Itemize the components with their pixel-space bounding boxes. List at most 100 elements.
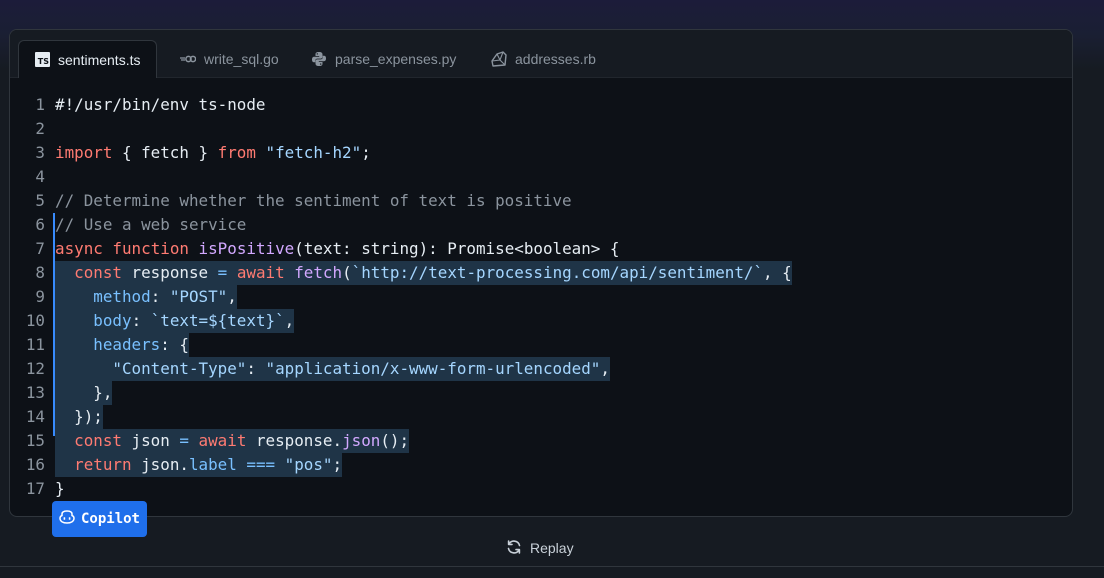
code-token: }: [55, 479, 65, 498]
code-token: from: [217, 143, 256, 162]
code-token: =: [217, 263, 228, 282]
code-line: 9 method: "POST",: [10, 285, 1072, 309]
typescript-icon: TS: [35, 52, 50, 67]
line-source: body: `text=${text}`,: [55, 309, 295, 333]
line-source: method: "POST",: [55, 285, 237, 309]
code-line: 6 // Use a web service: [10, 213, 1072, 237]
code-area[interactable]: 1 #!/usr/bin/env ts-node 2 3 import { fetch …: [10, 93, 1072, 501]
line-number: 5: [35, 191, 45, 210]
code-token: ,: [227, 287, 237, 306]
line-source: import { fetch } from "fetch-h2";: [55, 141, 371, 165]
tab-addresses-rb[interactable]: addresses.rb: [491, 40, 596, 77]
code-token: },: [55, 383, 113, 402]
line-number: 8: [35, 263, 45, 282]
code-line: 13 },: [10, 381, 1072, 405]
code-token: "POST": [169, 287, 228, 306]
code-line: 5 // Determine whether the sentiment of t…: [10, 189, 1072, 213]
code-line: 14 });: [10, 405, 1072, 429]
code-token: async: [55, 239, 103, 258]
line-source: // Determine whether the sentiment of te…: [55, 189, 572, 213]
code-token: json: [121, 431, 180, 450]
tab-label: addresses.rb: [515, 50, 596, 67]
code-line: 4: [10, 165, 1072, 189]
line-source: const json = await response.json();: [55, 429, 410, 453]
code-line: 15 const json = await response.json();: [10, 429, 1072, 453]
tab-parse-expenses-py[interactable]: parse_expenses.py: [311, 40, 456, 77]
go-icon: [180, 54, 196, 64]
code-line: 7 async function isPositive(text: string)…: [10, 237, 1072, 261]
code-line: 16 return json.label === "pos";: [10, 453, 1072, 477]
line-number: 6: [35, 215, 45, 234]
code-token: await: [236, 263, 285, 282]
code-token: json: [342, 431, 381, 450]
code-token: ;: [332, 455, 343, 474]
code-token: ===: [246, 455, 276, 474]
code-token: response: [121, 263, 218, 282]
code-token: { fetch }: [112, 143, 218, 162]
code-token: "Content-Type": [112, 359, 247, 378]
code-line: 11 headers: {: [10, 333, 1072, 357]
code-token: ();: [380, 431, 410, 450]
line-number: 15: [25, 431, 45, 450]
line-source: async function isPositive(text: string):…: [55, 237, 620, 261]
file-tab-bar: TS sentiments.ts write_sql.go parse_expe…: [10, 30, 1072, 78]
code-token: , {: [763, 263, 792, 282]
code-token: response.: [246, 431, 343, 450]
replay-button[interactable]: Replay: [506, 537, 574, 559]
code-token: // Use a web service: [55, 215, 247, 234]
code-token: function: [112, 239, 189, 258]
code-token: body: [93, 311, 132, 330]
code-token: // Determine whether the sentiment of te…: [55, 191, 572, 210]
code-line: 3 import { fetch } from "fetch-h2";: [10, 141, 1072, 165]
line-number: 13: [25, 383, 45, 402]
code-editor: TS sentiments.ts write_sql.go parse_expe…: [9, 29, 1073, 517]
code-line: 17}: [10, 477, 1072, 501]
tab-label: parse_expenses.py: [335, 50, 457, 67]
line-number: 2: [35, 119, 45, 138]
python-icon: [311, 51, 327, 67]
code-token: "pos": [284, 455, 333, 474]
line-source: return json.label === "pos";: [55, 453, 343, 477]
line-number: 1: [35, 95, 45, 114]
code-token: ;: [361, 143, 371, 162]
code-token: : {: [160, 335, 189, 354]
code-token: label: [188, 455, 237, 474]
tab-write-sql-go[interactable]: write_sql.go: [180, 40, 279, 77]
line-source: const response = await fetch(`http://tex…: [55, 261, 792, 285]
code-token: (: [342, 263, 352, 282]
code-token: "application/x-www-form-urlencoded": [265, 359, 601, 378]
code-line: 12 "Content-Type": "application/x-www-fo…: [10, 357, 1072, 381]
line-source: },: [55, 381, 113, 405]
code-token: :: [246, 359, 266, 378]
code-line: 2: [10, 117, 1072, 141]
copilot-label: Copilot: [80, 511, 140, 527]
copilot-button[interactable]: Copilot: [52, 501, 147, 537]
tab-sentiments-ts[interactable]: TS sentiments.ts: [18, 40, 158, 78]
line-number: 14: [25, 407, 45, 426]
code-token: const: [74, 263, 122, 282]
code-line: 8 const response = await fetch(`http://t…: [10, 261, 1072, 285]
refresh-icon: [506, 539, 522, 558]
divider: [0, 566, 1104, 567]
code-token: :: [150, 287, 170, 306]
code-token: headers: [93, 335, 161, 354]
line-number: 17: [25, 479, 45, 498]
tab-label: write_sql.go: [204, 50, 279, 67]
line-number: 4: [35, 167, 45, 186]
code-token: const: [74, 431, 122, 450]
line-number: 12: [25, 359, 45, 378]
line-number: 10: [25, 311, 45, 330]
code-token: :: [131, 311, 151, 330]
code-token: ,: [600, 359, 610, 378]
line-source: headers: {: [55, 333, 189, 357]
code-token: json.: [131, 455, 189, 474]
